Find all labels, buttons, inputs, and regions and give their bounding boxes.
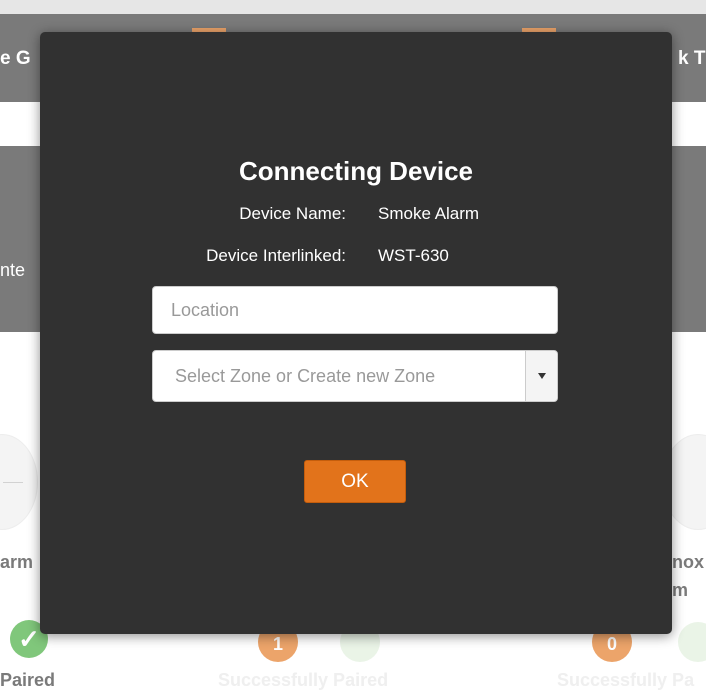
caret-down-icon (538, 373, 546, 379)
zone-dropdown-toggle[interactable] (525, 351, 557, 401)
connecting-device-dialog: Connecting Device Device Name: Smoke Ala… (40, 32, 672, 634)
device-name-label: Device Name: (239, 204, 346, 223)
ok-button[interactable]: OK (304, 460, 406, 503)
zone-select-text: Select Zone or Create new Zone (175, 366, 436, 386)
device-name-value: Smoke Alarm (378, 204, 480, 223)
device-interlinked-value: WST-630 (378, 246, 449, 265)
location-input[interactable] (152, 286, 558, 334)
device-interlinked-row: Device Interlinked: WST-630 (40, 246, 672, 270)
dialog-title: Connecting Device (238, 156, 474, 186)
zone-select[interactable]: Select Zone or Create new Zone (152, 350, 558, 402)
device-interlinked-label: Device Interlinked: (206, 246, 346, 265)
device-name-row: Device Name: Smoke Alarm (40, 204, 672, 228)
